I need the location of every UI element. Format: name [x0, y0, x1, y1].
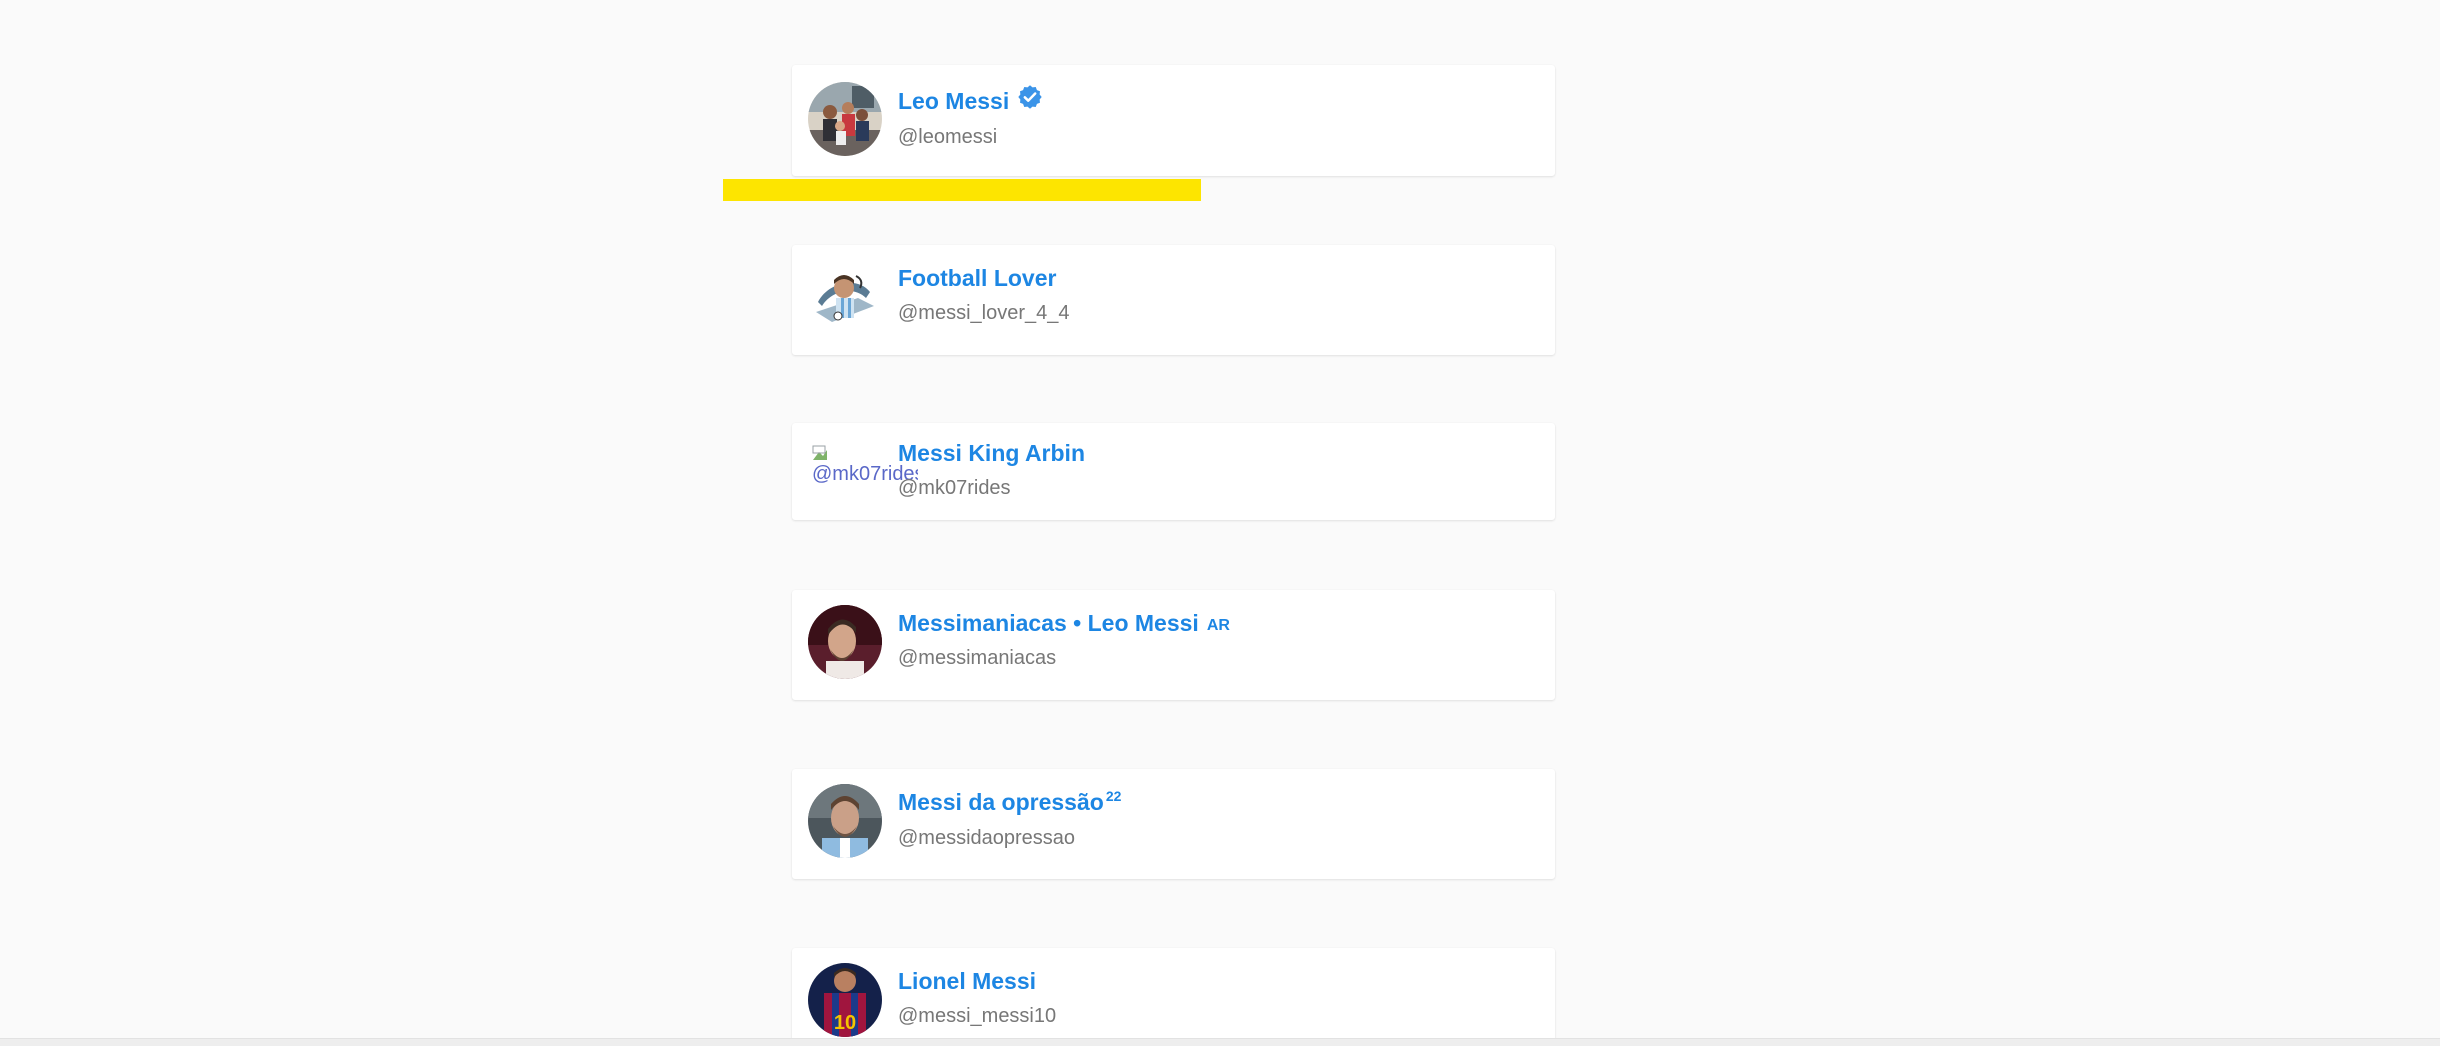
result-name[interactable]: Football Lover — [898, 265, 1056, 292]
result-handle: @messi_messi10 — [898, 1005, 1057, 1027]
jersey-number: 10 — [834, 1012, 856, 1034]
verified-icon — [1018, 84, 1042, 109]
result-card[interactable]: Football Lover @messi_lover_4_4 — [792, 245, 1555, 355]
result-name[interactable]: Messi King Arbin — [898, 440, 1085, 467]
highlight-bar — [723, 179, 1201, 201]
avatar[interactable] — [808, 784, 882, 858]
result-card[interactable]: Messimaniacas • Leo Messi AR @messimania… — [792, 590, 1555, 700]
name-superscript: 22 — [1105, 787, 1122, 804]
avatar[interactable] — [808, 82, 882, 156]
result-handle: @messimaniacas — [898, 647, 1057, 669]
result-handle: @messi_lover_4_4 — [898, 302, 1070, 324]
country-tag: AR — [1206, 616, 1230, 634]
result-card[interactable]: @mk07rides Messi King Arbin @mk07rides — [792, 423, 1555, 520]
result-name[interactable]: Messimaniacas • Leo Messi — [898, 610, 1199, 637]
result-card[interactable]: 10 Lionel Messi @messi_messi10 — [792, 948, 1555, 1045]
avatar[interactable]: 10 — [808, 963, 882, 1037]
avatar[interactable] — [808, 262, 882, 336]
result-card[interactable]: Messi da opressão 22 @messidaopressao — [792, 769, 1555, 879]
avatar[interactable] — [808, 605, 882, 679]
result-card[interactable]: Leo Messi @leomessi — [792, 65, 1555, 176]
result-handle: @messidaopressao — [898, 827, 1076, 849]
result-handle: @leomessi — [898, 126, 998, 148]
result-name[interactable]: Messi da opressão — [898, 789, 1104, 816]
result-handle: @mk07rides — [898, 477, 1011, 499]
result-name[interactable]: Lionel Messi — [898, 968, 1036, 995]
broken-image-icon — [812, 445, 827, 460]
result-name[interactable]: Leo Messi — [898, 88, 1009, 115]
